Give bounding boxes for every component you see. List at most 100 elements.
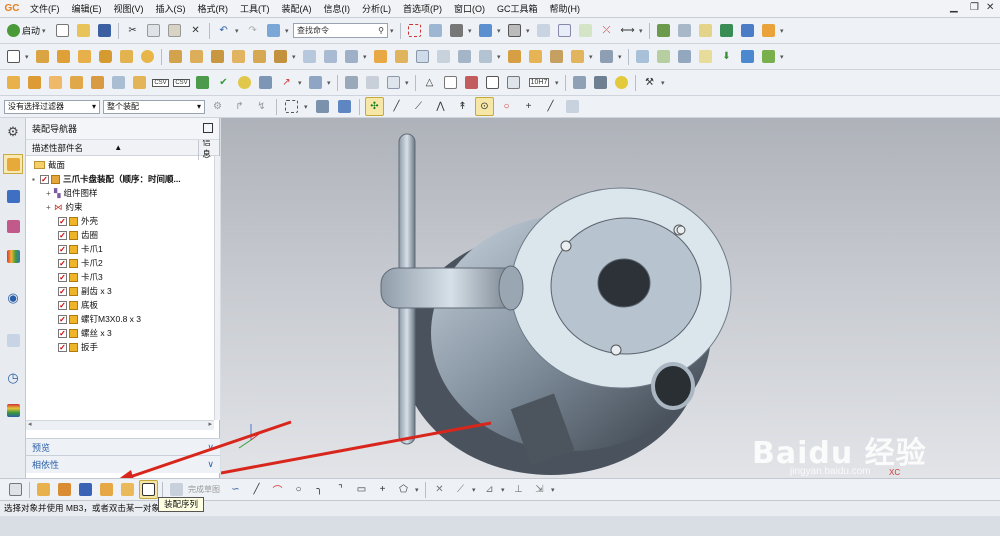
pocket-button[interactable] — [208, 47, 227, 66]
tree-item-root-assembly[interactable]: ▪ ✓ 三爪卡盘装配（顺序：时间顺... — [32, 172, 181, 186]
dropdown-arrow-icon[interactable]: ▾ — [405, 79, 411, 87]
dropdown-arrow-icon[interactable]: ▾ — [639, 27, 645, 35]
menu-format[interactable]: 格式(R) — [192, 0, 235, 18]
circle-button[interactable]: ○ — [289, 480, 308, 499]
dropdown-arrow-icon[interactable]: ▾ — [551, 486, 557, 494]
sphere-tool-button[interactable] — [235, 73, 254, 92]
filter-option-button-1[interactable]: ⚙ — [208, 97, 227, 116]
profile-button[interactable]: ∽ — [226, 480, 245, 499]
pin-button[interactable] — [591, 73, 610, 92]
new-file-button[interactable] — [53, 21, 72, 40]
tree-item-part[interactable]: ✓ 齿圈 — [58, 228, 98, 242]
parts-list-button[interactable] — [193, 73, 212, 92]
scale-button[interactable] — [568, 47, 587, 66]
split-body-button[interactable] — [476, 47, 495, 66]
face-select-button[interactable] — [335, 97, 354, 116]
delete-button[interactable]: ✕ — [186, 21, 205, 40]
thread-button[interactable] — [597, 47, 616, 66]
measure-button[interactable]: ⟷ — [618, 21, 637, 40]
revolve-button[interactable] — [54, 47, 73, 66]
dropdown-arrow-icon[interactable]: ▾ — [555, 79, 561, 87]
explode-button[interactable] — [109, 73, 128, 92]
snap-center-button[interactable]: ⊙ — [475, 97, 494, 116]
point-button[interactable]: + — [373, 480, 392, 499]
assembly-scope-select[interactable]: 整个装配 ▾ — [103, 99, 205, 114]
menu-info[interactable]: 信息(I) — [318, 0, 357, 18]
render-style-button[interactable] — [447, 21, 466, 40]
sequence-tool-1[interactable] — [6, 480, 25, 499]
undo-button[interactable]: ↶ — [214, 21, 233, 40]
scroll-left-icon[interactable]: ◂ — [28, 420, 32, 428]
menu-window[interactable]: 窗口(O) — [448, 0, 491, 18]
snap-midpoint-button[interactable]: ⟋ — [409, 97, 428, 116]
orient-view-button[interactable] — [476, 21, 495, 40]
checkmark-button[interactable]: ✔ — [214, 73, 233, 92]
table-button[interactable] — [441, 73, 460, 92]
line-button[interactable]: ╱ — [247, 480, 266, 499]
new-component-button[interactable] — [25, 73, 44, 92]
chamfer-sketch-button[interactable]: ⌝ — [331, 480, 350, 499]
hide-button[interactable] — [555, 21, 574, 40]
constraint-curve-button[interactable]: ⊥ — [509, 480, 528, 499]
draft-button[interactable] — [434, 47, 453, 66]
dropdown-arrow-icon[interactable]: ▾ — [780, 27, 786, 35]
copy-button[interactable] — [144, 21, 163, 40]
mate-sequence-button[interactable] — [55, 480, 74, 499]
move-face-button[interactable]: ⬇ — [717, 47, 736, 66]
filter-option-button-2[interactable]: ↱ — [230, 97, 249, 116]
visibility-checkbox[interactable]: ✓ — [58, 272, 67, 282]
minimize-icon[interactable]: ▁ — [950, 2, 958, 13]
layer-button[interactable] — [576, 21, 595, 40]
edge-blend-button[interactable] — [371, 47, 390, 66]
menu-help[interactable]: 帮助(H) — [544, 0, 587, 18]
dropdown-arrow-icon[interactable]: ▾ — [526, 27, 532, 35]
tree-item-component-pattern[interactable]: + ▚ 组件图样 — [46, 186, 98, 200]
fit-view-button[interactable] — [405, 21, 424, 40]
surface-button[interactable] — [633, 47, 652, 66]
sort-arrow-icon[interactable]: ▲ — [114, 143, 198, 152]
section-view-button[interactable] — [534, 21, 553, 40]
visibility-checkbox[interactable]: ✓ — [58, 300, 67, 310]
mirror-curve-button[interactable]: ⊿ — [480, 480, 499, 499]
gc-gear-button[interactable] — [363, 73, 382, 92]
dropdown-arrow-icon[interactable]: ▾ — [304, 103, 310, 111]
explode-sequence-button[interactable] — [118, 480, 137, 499]
maximize-icon[interactable] — [203, 123, 213, 133]
visibility-checkbox[interactable]: ✓ — [58, 328, 67, 338]
visualization-tab[interactable] — [3, 400, 23, 420]
report-button[interactable] — [696, 21, 715, 40]
dropdown-arrow-icon[interactable]: ▾ — [618, 53, 624, 61]
body-select-button[interactable] — [313, 97, 332, 116]
paste-button[interactable] — [165, 21, 184, 40]
dropdown-arrow-icon[interactable]: ▾ — [285, 27, 291, 35]
tree-item-part[interactable]: ✓ 卡爪2 — [58, 256, 103, 270]
check-button[interactable] — [717, 21, 736, 40]
dropdown-arrow-icon[interactable]: ▾ — [327, 79, 333, 87]
tree-item-part[interactable]: ✓ 卡爪3 — [58, 270, 103, 284]
export-button[interactable] — [738, 21, 757, 40]
sphere-button[interactable] — [138, 47, 157, 66]
groove-button[interactable] — [271, 47, 290, 66]
replace-face-button[interactable] — [738, 47, 757, 66]
clock-tab[interactable]: ◷ — [3, 368, 23, 388]
tree-item-part[interactable]: ✓ 扳手 — [58, 340, 98, 354]
gear-tool-button[interactable] — [256, 73, 275, 92]
delete-face-button[interactable] — [759, 47, 778, 66]
menu-view[interactable]: 视图(V) — [108, 0, 150, 18]
snap-on-curve-button[interactable]: ╱ — [541, 97, 560, 116]
mate-button[interactable] — [46, 73, 65, 92]
dropdown-arrow-icon[interactable]: ▾ — [298, 79, 304, 87]
cylinder-button[interactable] — [96, 47, 115, 66]
assembly-navigator-tab[interactable] — [3, 154, 23, 174]
dropdown-arrow-icon[interactable]: ▾ — [501, 486, 507, 494]
annotation-button[interactable] — [462, 73, 481, 92]
selection-filter-select[interactable]: 没有选择过滤器 ▾ — [4, 99, 100, 114]
csv-export-button-1[interactable]: CSV — [151, 73, 170, 92]
chamfer-button[interactable] — [392, 47, 411, 66]
dropdown-arrow-icon[interactable]: ▾ — [363, 53, 369, 61]
expand-icon[interactable]: + — [46, 203, 54, 212]
sew-button[interactable] — [675, 47, 694, 66]
visibility-checkbox[interactable]: ✓ — [58, 342, 67, 352]
constraint-sequence-button[interactable] — [76, 480, 95, 499]
snap-control-button[interactable]: ⋀ — [431, 97, 450, 116]
